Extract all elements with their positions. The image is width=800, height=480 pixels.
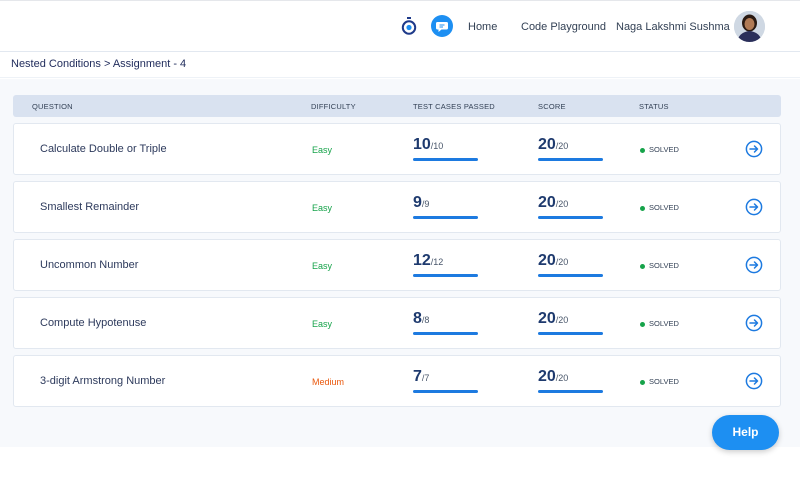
table-row[interactable]: Compute Hypotenuse Easy 8/8 20/20 SOLVED <box>13 297 781 349</box>
status-badge: SOLVED <box>640 203 679 212</box>
score-value: 20 <box>538 136 556 153</box>
score-value: 20 <box>538 368 556 385</box>
passed-count: 7 <box>413 368 422 385</box>
stopwatch-icon[interactable] <box>401 17 417 35</box>
score-progress-bar <box>538 158 603 161</box>
total-count: /10 <box>430 141 444 151</box>
column-test-cases: TEST CASES PASSED <box>413 102 495 111</box>
score-progress-bar <box>538 390 603 393</box>
main-content: QUESTION DIFFICULTY TEST CASES PASSED SC… <box>0 79 800 447</box>
question-title[interactable]: Uncommon Number <box>40 259 138 271</box>
status-text: SOLVED <box>649 145 679 154</box>
score: 20/20 <box>538 194 603 219</box>
score-progress-bar <box>538 216 603 219</box>
score-value: 20 <box>538 252 556 269</box>
total-count: /8 <box>421 315 430 325</box>
question-title[interactable]: 3-digit Armstrong Number <box>40 375 165 387</box>
status-dot <box>640 147 645 153</box>
score-total: /20 <box>555 257 569 267</box>
top-bar: Home Code Playground Naga Lakshmi Sushma <box>0 0 800 52</box>
avatar[interactable] <box>734 11 765 42</box>
breadcrumb-text[interactable]: Nested Conditions > Assignment - 4 <box>11 58 186 70</box>
help-button[interactable]: Help <box>712 415 779 450</box>
total-count: /7 <box>421 373 430 383</box>
status-text: SOLVED <box>649 377 679 386</box>
table-header: QUESTION DIFFICULTY TEST CASES PASSED SC… <box>13 95 781 117</box>
status-text: SOLVED <box>649 261 679 270</box>
table-row[interactable]: Calculate Double or Triple Easy 10/10 20/20… <box>13 123 781 175</box>
status-badge: SOLVED <box>640 145 679 154</box>
score-value: 20 <box>538 194 556 211</box>
test-cases-passed: 12/12 <box>413 252 478 277</box>
arrow-right-circle-icon[interactable] <box>745 198 763 216</box>
score: 20/20 <box>538 252 603 277</box>
total-count: /12 <box>430 257 444 267</box>
score-value: 20 <box>538 310 556 327</box>
score-total: /20 <box>555 373 569 383</box>
total-count: /9 <box>421 199 430 209</box>
score-total: /20 <box>555 315 569 325</box>
test-cases-passed: 8/8 <box>413 310 478 335</box>
difficulty-label: Easy <box>312 261 333 271</box>
status-text: SOLVED <box>649 319 679 328</box>
score-total: /20 <box>555 199 569 209</box>
test-progress-bar <box>413 332 478 335</box>
test-cases-passed: 7/7 <box>413 368 478 393</box>
score: 20/20 <box>538 368 603 393</box>
status-dot <box>640 379 645 385</box>
status-badge: SOLVED <box>640 261 679 270</box>
status-dot <box>640 205 645 211</box>
passed-count: 9 <box>413 194 422 211</box>
question-title[interactable]: Calculate Double or Triple <box>40 143 167 155</box>
column-question: QUESTION <box>32 102 73 111</box>
arrow-right-circle-icon[interactable] <box>745 372 763 390</box>
question-title[interactable]: Smallest Remainder <box>40 201 139 213</box>
score-progress-bar <box>538 274 603 277</box>
test-progress-bar <box>413 274 478 277</box>
test-progress-bar <box>413 216 478 219</box>
table-row[interactable]: Smallest Remainder Easy 9/9 20/20 SOLVED <box>13 181 781 233</box>
test-progress-bar <box>413 158 478 161</box>
score: 20/20 <box>538 310 603 335</box>
status-badge: SOLVED <box>640 377 679 386</box>
test-cases-passed: 9/9 <box>413 194 478 219</box>
column-difficulty: DIFFICULTY <box>311 102 356 111</box>
arrow-right-circle-icon[interactable] <box>745 314 763 332</box>
passed-count: 12 <box>413 252 431 269</box>
difficulty-label: Medium <box>312 377 345 387</box>
chat-bubble-icon[interactable] <box>431 15 453 37</box>
question-title[interactable]: Compute Hypotenuse <box>40 317 146 329</box>
user-name[interactable]: Naga Lakshmi Sushma <box>616 21 730 33</box>
score-total: /20 <box>555 141 569 151</box>
status-badge: SOLVED <box>640 319 679 328</box>
nav-home-link[interactable]: Home <box>468 21 497 33</box>
breadcrumb: Nested Conditions > Assignment - 4 <box>0 52 800 78</box>
passed-count: 10 <box>413 136 431 153</box>
difficulty-label: Easy <box>312 319 333 329</box>
arrow-right-circle-icon[interactable] <box>745 140 763 158</box>
status-dot <box>640 263 645 269</box>
status-dot <box>640 321 645 327</box>
table-row[interactable]: Uncommon Number Easy 12/12 20/20 SOLVED <box>13 239 781 291</box>
difficulty-label: Easy <box>312 203 333 213</box>
arrow-right-circle-icon[interactable] <box>745 256 763 274</box>
score: 20/20 <box>538 136 603 161</box>
column-status: STATUS <box>639 102 669 111</box>
status-text: SOLVED <box>649 203 679 212</box>
column-score: SCORE <box>538 102 566 111</box>
test-progress-bar <box>413 390 478 393</box>
test-cases-passed: 10/10 <box>413 136 478 161</box>
passed-count: 8 <box>413 310 422 327</box>
table-row[interactable]: 3-digit Armstrong Number Medium 7/7 20/20 SO… <box>13 355 781 407</box>
nav-code-playground-link[interactable]: Code Playground <box>521 21 606 33</box>
difficulty-label: Easy <box>312 145 333 155</box>
score-progress-bar <box>538 332 603 335</box>
